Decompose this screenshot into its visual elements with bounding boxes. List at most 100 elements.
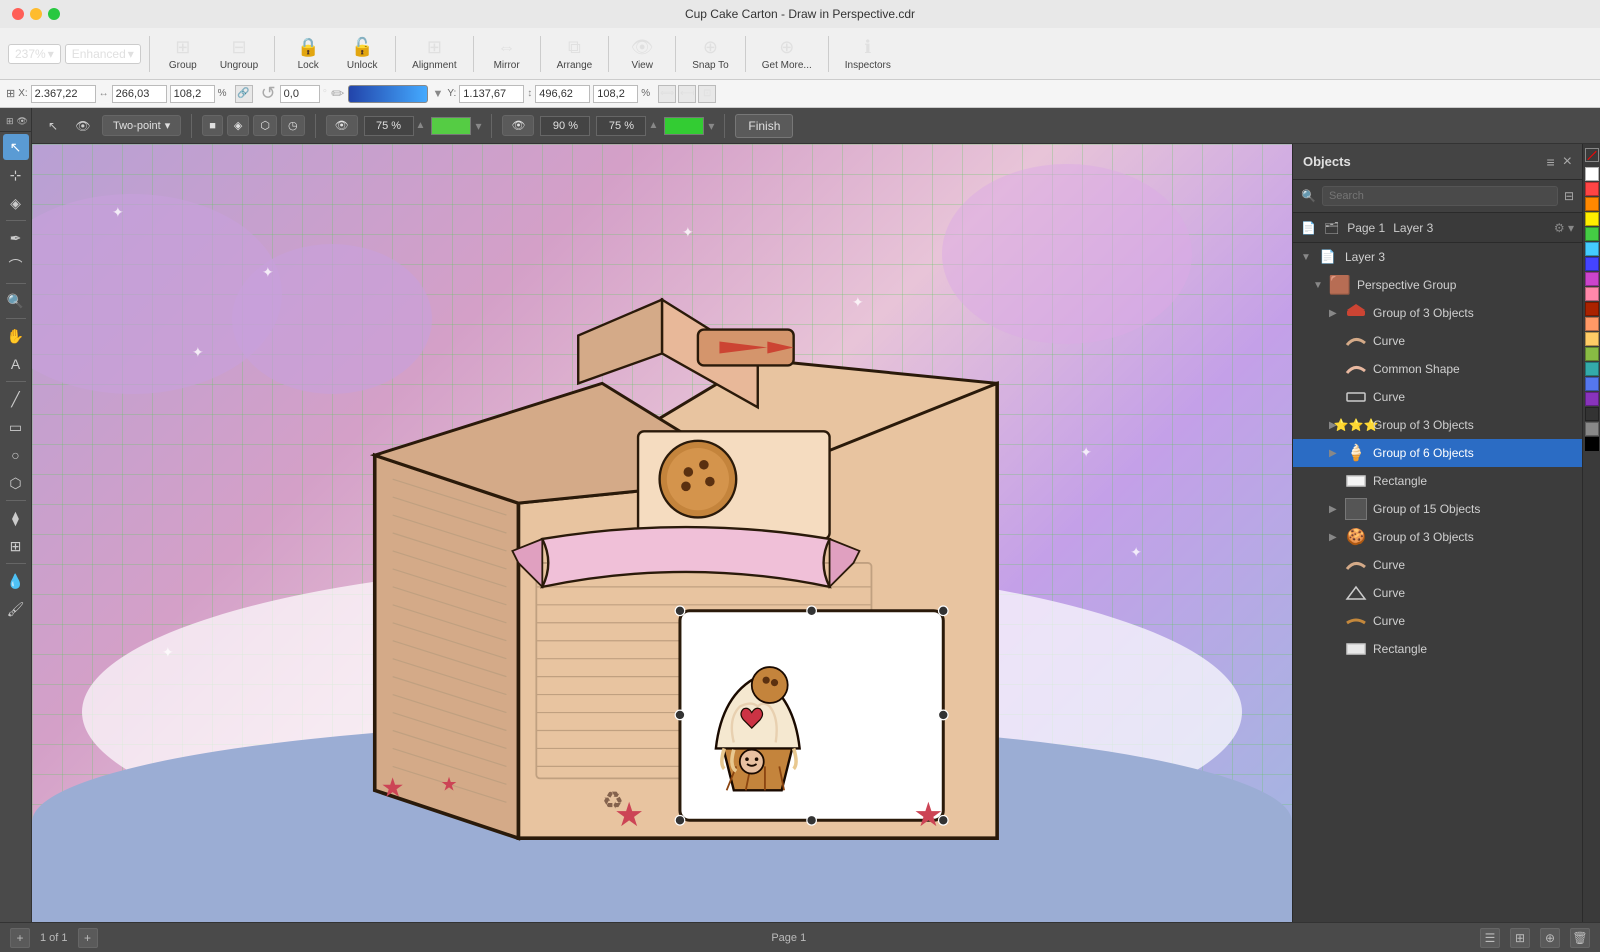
- curve3-item[interactable]: Curve: [1293, 551, 1582, 579]
- snap-toggle[interactable]: ⊕: [1540, 928, 1560, 948]
- canvas-area[interactable]: ✦ ✦ ✦ ✦ ✦ ✦ ✦ ✦: [32, 144, 1292, 922]
- group3a-expand[interactable]: ▶: [1329, 308, 1339, 319]
- line-color-btn[interactable]: [664, 117, 704, 135]
- opacity-1-up[interactable]: ▲: [416, 120, 426, 131]
- flip-v-button[interactable]: ⟻: [678, 85, 696, 103]
- x-input[interactable]: [31, 85, 96, 103]
- circle-tool[interactable]: ○: [3, 442, 29, 468]
- color-gold[interactable]: [1585, 332, 1599, 346]
- color-red[interactable]: [1585, 182, 1599, 196]
- view-modes-dropdown[interactable]: Enhanced ▾: [65, 44, 141, 64]
- objects-panel-icon1[interactable]: ≡: [1546, 154, 1554, 170]
- rotate-button[interactable]: ↺: [261, 83, 276, 104]
- objects-panel-close[interactable]: ×: [1563, 153, 1572, 171]
- zoom-dropdown[interactable]: 237% ▾: [8, 44, 61, 64]
- node-tool[interactable]: ◈: [3, 190, 29, 216]
- rect-tool[interactable]: ▭: [3, 414, 29, 440]
- group15-expand[interactable]: ▶: [1329, 504, 1339, 515]
- height-input[interactable]: [535, 85, 590, 103]
- maximize-button[interactable]: [48, 8, 60, 20]
- color-gradient-picker[interactable]: [348, 85, 428, 103]
- next-page-button[interactable]: +: [78, 928, 98, 948]
- pan-tool[interactable]: ✋: [3, 323, 29, 349]
- fill-color-btn[interactable]: [431, 117, 471, 135]
- group-button[interactable]: ⊞ Group: [158, 33, 208, 75]
- persp-eye-tool[interactable]: 👁: [70, 113, 96, 139]
- opacity-1-input[interactable]: [364, 116, 414, 136]
- curve1-item[interactable]: Curve: [1293, 327, 1582, 355]
- color-darkgray[interactable]: [1585, 407, 1599, 421]
- paint-tool[interactable]: 🖌: [3, 596, 29, 622]
- transform-opts[interactable]: ⊡: [698, 85, 716, 103]
- finish-button[interactable]: Finish: [735, 114, 793, 138]
- group3a-item[interactable]: ▶ Group of 3 Objects: [1293, 299, 1582, 327]
- color-darkred[interactable]: [1585, 302, 1599, 316]
- color-lime[interactable]: [1585, 347, 1599, 361]
- get-more-button[interactable]: ⊕ Get More...: [754, 33, 820, 75]
- opacity-2-input[interactable]: [540, 116, 590, 136]
- persp-group-item[interactable]: ▼ 🟫 Perspective Group: [1293, 271, 1582, 299]
- zoom-tool[interactable]: 🔍: [3, 288, 29, 314]
- layer3-header[interactable]: ▼ 📄 Layer 3: [1293, 243, 1582, 271]
- snap-to-button[interactable]: ⊕ Snap To: [684, 33, 737, 75]
- color-peach[interactable]: [1585, 317, 1599, 331]
- group15-item[interactable]: ▶ Group of 15 Objects: [1293, 495, 1582, 523]
- persp-arrow-tool[interactable]: ↖: [40, 113, 66, 139]
- grid-type-4[interactable]: ◷: [281, 115, 305, 136]
- search-input[interactable]: [1322, 186, 1558, 206]
- persp-visibility-btn[interactable]: 👁: [326, 115, 358, 136]
- group6-expand[interactable]: ▶: [1329, 448, 1339, 459]
- y-input[interactable]: [459, 85, 524, 103]
- alignment-button[interactable]: ⊞ Alignment: [404, 33, 464, 75]
- text-tool[interactable]: A: [3, 351, 29, 377]
- lock-button[interactable]: 🔒 Lock: [283, 33, 333, 75]
- close-button[interactable]: [12, 8, 24, 20]
- color-green[interactable]: [1585, 227, 1599, 241]
- curve4-item[interactable]: Curve: [1293, 579, 1582, 607]
- color-black[interactable]: [1585, 437, 1599, 451]
- color-gray[interactable]: [1585, 422, 1599, 436]
- width2-input[interactable]: [170, 85, 215, 103]
- fill-chevron[interactable]: ▾: [475, 119, 481, 133]
- table-tool[interactable]: ⊞: [3, 533, 29, 559]
- height2-input[interactable]: [593, 85, 638, 103]
- minimize-button[interactable]: [30, 8, 42, 20]
- color-white[interactable]: [1585, 167, 1599, 181]
- line-chevron[interactable]: ▾: [708, 119, 714, 133]
- arrange-button[interactable]: ⧉ Arrange: [549, 33, 601, 75]
- grid-type-1[interactable]: ■: [202, 115, 223, 136]
- common-shape-item[interactable]: Common Shape: [1293, 355, 1582, 383]
- pick-tool[interactable]: ⊹: [3, 162, 29, 188]
- color-violet[interactable]: [1585, 392, 1599, 406]
- rectangle1-item[interactable]: Rectangle: [1293, 467, 1582, 495]
- opacity-3-up[interactable]: ▲: [648, 120, 658, 131]
- color-cyan[interactable]: [1585, 242, 1599, 256]
- rectangle2-item[interactable]: Rectangle: [1293, 635, 1582, 663]
- artwork-canvas[interactable]: ★ ★ ♻: [32, 144, 1292, 922]
- no-fill-swatch[interactable]: [1585, 148, 1599, 162]
- line-tool[interactable]: ╱: [3, 386, 29, 412]
- width-input[interactable]: [112, 85, 167, 103]
- ungroup-button[interactable]: ⊟ Ungroup: [212, 33, 266, 75]
- color-teal[interactable]: [1585, 362, 1599, 376]
- angle-input[interactable]: [280, 85, 320, 103]
- mirror-button[interactable]: ⇔ Mirror: [482, 33, 532, 75]
- panel-list-icon[interactable]: ⊟: [1564, 189, 1574, 203]
- color-blue[interactable]: [1585, 257, 1599, 271]
- persp-type-dropdown[interactable]: Two-point ▾: [102, 115, 181, 136]
- color-purple[interactable]: [1585, 272, 1599, 286]
- opacity-3-input[interactable]: [596, 116, 646, 136]
- group3c-item[interactable]: ▶ 🍪 Group of 3 Objects: [1293, 523, 1582, 551]
- freehand-tool[interactable]: ✒: [3, 225, 29, 251]
- grid-type-2[interactable]: ◈: [227, 115, 249, 136]
- group3b-item[interactable]: ▶ ⭐⭐⭐ Group of 3 Objects: [1293, 411, 1582, 439]
- delete-page-button[interactable]: 🗑: [1570, 928, 1590, 948]
- persp-group-expand[interactable]: ▼: [1313, 280, 1323, 291]
- persp-visibility-btn2[interactable]: 👁: [502, 115, 534, 136]
- flip-h-button[interactable]: ⟺: [658, 85, 676, 103]
- color-orange[interactable]: [1585, 197, 1599, 211]
- layer3-expand[interactable]: ▼: [1301, 252, 1311, 263]
- lock-ratio-button[interactable]: 🔗: [235, 85, 253, 103]
- grid-type-3[interactable]: ⬡: [253, 115, 277, 136]
- group6-item[interactable]: ▶ 🍦 Group of 6 Objects: [1293, 439, 1582, 467]
